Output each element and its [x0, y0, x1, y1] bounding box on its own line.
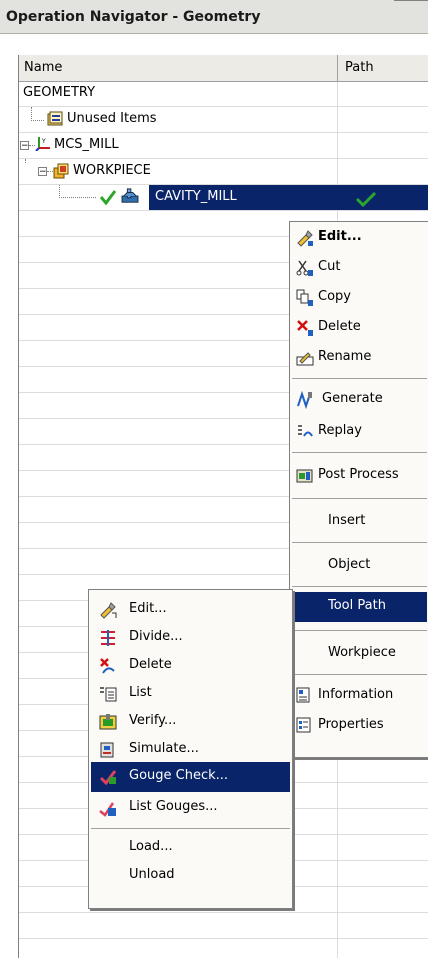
menu-label-edit: Edit... — [318, 229, 362, 244]
title-edge-line — [394, 0, 428, 9]
menu-separator — [292, 452, 427, 453]
menu-separator — [292, 542, 427, 543]
tree-label-unused-items: Unused Items — [67, 111, 157, 126]
submenu-label-divide: Divide... — [129, 629, 183, 644]
svg-text:Y: Y — [41, 138, 46, 145]
menu-item-tool-path[interactable]: Tool Path — [292, 592, 427, 622]
menu-label-object: Object — [328, 557, 371, 572]
menu-separator — [91, 828, 290, 829]
column-header: Name Path — [19, 55, 428, 82]
column-header-path[interactable]: Path — [345, 60, 374, 75]
menu-label-properties: Properties — [318, 717, 384, 732]
submenu-item-gouge-check[interactable]: Gouge Check... — [91, 762, 290, 792]
list-icon — [100, 687, 117, 702]
check-status-icon — [99, 190, 117, 205]
tree-connector — [31, 107, 44, 121]
copy-icon — [296, 289, 313, 306]
unused-items-icon — [47, 111, 63, 126]
replay-icon — [298, 425, 313, 437]
workpiece-icon — [53, 163, 69, 179]
submenu-label-simulate: Simulate... — [129, 741, 199, 756]
edit-path-icon — [100, 602, 117, 619]
submenu-label-list-gouges: List Gouges... — [129, 799, 218, 814]
menu-label-rename: Rename — [318, 349, 372, 364]
menu-label-information: Information — [318, 687, 394, 702]
submenu-label-list: List — [129, 685, 152, 700]
tree-connector — [59, 185, 96, 198]
mcs-icon: Y — [35, 137, 50, 151]
submenu-label-unload: Unload — [129, 867, 175, 882]
window-title: Operation Navigator - Geometry — [6, 9, 261, 25]
submenu-label-delete: Delete — [129, 657, 172, 672]
menu-label-post-process: Post Process — [318, 467, 399, 482]
context-menu: Edit... Cut Copy Delete Rename Generate … — [289, 221, 428, 758]
tree-label-mcs-mill: MCS_MILL — [54, 137, 119, 152]
delete-icon — [297, 320, 313, 336]
tree-label-cavity-mill: CAVITY_MILL — [155, 189, 237, 204]
divide-icon — [101, 630, 115, 646]
submenu-label-gouge-check: Gouge Check... — [129, 768, 229, 783]
tree-row-geometry[interactable]: GEOMETRY — [19, 81, 428, 106]
information-icon — [296, 687, 310, 703]
submenu-label-load: Load... — [129, 839, 173, 854]
simulate-icon — [100, 742, 114, 758]
list-gouges-icon — [99, 802, 116, 817]
verify-icon — [99, 714, 117, 730]
generate-icon — [297, 391, 312, 409]
post-process-icon — [296, 469, 313, 483]
menu-label-delete: Delete — [318, 319, 361, 334]
path-status-icon — [355, 191, 377, 207]
tree-label-geometry: GEOMETRY — [23, 85, 96, 100]
submenu-label-edit: Edit... — [129, 601, 167, 616]
menu-separator — [292, 498, 427, 499]
menu-label-insert: Insert — [328, 513, 366, 528]
title-bar: Operation Navigator - Geometry — [0, 0, 428, 34]
menu-label-workpiece: Workpiece — [328, 645, 396, 660]
tree-row-mcs-mill[interactable]: − Y MCS_MILL — [19, 133, 428, 158]
tree-row-workpiece[interactable]: − WORKPIECE — [19, 159, 428, 184]
menu-label-copy: Copy — [318, 289, 351, 304]
delete-path-icon — [100, 658, 115, 674]
menu-separator — [292, 630, 427, 631]
menu-label-cut: Cut — [318, 259, 341, 274]
menu-label-tool-path: Tool Path — [328, 598, 386, 613]
gouge-check-icon — [99, 770, 117, 786]
properties-icon — [296, 717, 311, 733]
submenu-label-verify: Verify... — [129, 713, 177, 728]
rename-icon — [296, 352, 314, 366]
collapse-toggle-icon[interactable]: − — [20, 141, 29, 151]
tree-row-unused-items[interactable]: Unused Items — [19, 107, 428, 132]
menu-separator — [292, 674, 427, 675]
menu-separator — [292, 586, 427, 587]
menu-separator — [292, 378, 427, 379]
edit-icon — [297, 230, 313, 247]
menu-label-generate: Generate — [322, 391, 383, 406]
cavity-mill-icon — [121, 188, 139, 203]
column-header-divider[interactable] — [337, 55, 338, 81]
menu-label-replay: Replay — [318, 423, 362, 438]
tree-label-workpiece: WORKPIECE — [73, 163, 151, 178]
collapse-toggle-icon[interactable]: − — [38, 167, 47, 177]
tool-path-submenu: Edit... Divide... Delete List Verify... — [88, 589, 293, 909]
column-header-name[interactable]: Name — [24, 60, 62, 75]
tree-connector — [25, 159, 26, 163]
cut-icon — [296, 260, 313, 276]
